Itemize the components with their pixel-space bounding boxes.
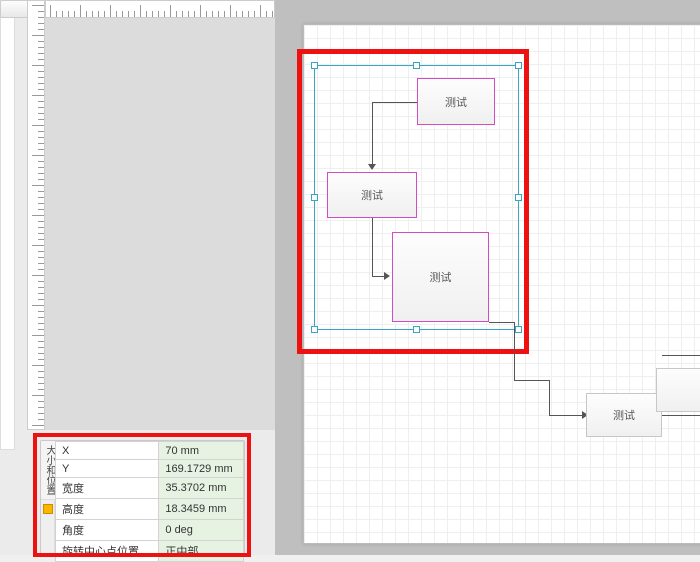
prop-value[interactable]: 35.3702 mm	[159, 478, 244, 499]
selection-handle[interactable]	[413, 326, 420, 333]
selection-handle[interactable]	[515, 326, 522, 333]
ruler-horizontal[interactable]	[45, 0, 275, 18]
left-panel: 大小和位置 X 70 mm Y 169.1729 mm 宽度 35.3702 m…	[0, 0, 275, 555]
flowchart-node[interactable]: 测试	[327, 172, 417, 218]
prop-row: 角度 0 deg	[56, 520, 244, 541]
prop-row: Y 169.1729 mm	[56, 460, 244, 478]
node-label: 测试	[361, 187, 383, 203]
flowchart-node[interactable]: 测试	[392, 232, 489, 322]
connector[interactable]	[549, 415, 584, 416]
properties-table: X 70 mm Y 169.1729 mm 宽度 35.3702 mm 高度 1…	[55, 441, 244, 562]
prop-key: 旋转中心点位置	[56, 541, 159, 562]
selection-handle[interactable]	[515, 62, 522, 69]
connector[interactable]	[372, 102, 373, 166]
prop-key: X	[56, 442, 159, 460]
ruler-vertical[interactable]	[27, 0, 45, 430]
prop-value[interactable]: 0 deg	[159, 520, 244, 541]
canvas-area[interactable]: 测试 测试 测试 测试	[275, 0, 700, 555]
flowchart-node[interactable]: 测试	[417, 78, 495, 125]
connector[interactable]	[372, 102, 417, 103]
prop-value[interactable]: 169.1729 mm	[159, 460, 244, 478]
selection-handle[interactable]	[515, 194, 522, 201]
properties-side-tabs: 大小和位置	[41, 441, 55, 554]
selection-handle[interactable]	[413, 62, 420, 69]
flowchart-node-partial[interactable]	[656, 368, 700, 412]
connector[interactable]	[662, 415, 700, 416]
prop-row: 旋转中心点位置 正中部	[56, 541, 244, 562]
connector[interactable]	[662, 355, 700, 356]
selection-handle[interactable]	[311, 194, 318, 201]
selection-handle[interactable]	[311, 326, 318, 333]
prop-key: Y	[56, 460, 159, 478]
prop-key: 宽度	[56, 478, 159, 499]
connector[interactable]	[514, 322, 515, 380]
connector[interactable]	[514, 380, 549, 381]
document-gutter	[45, 18, 275, 430]
prop-value[interactable]: 正中部	[159, 541, 244, 562]
prop-value[interactable]: 70 mm	[159, 442, 244, 460]
prop-row: 宽度 35.3702 mm	[56, 478, 244, 499]
toolbox-sliver	[0, 0, 15, 450]
properties-panel: 大小和位置 X 70 mm Y 169.1729 mm 宽度 35.3702 m…	[40, 440, 245, 555]
prop-key: 角度	[56, 520, 159, 541]
node-label: 测试	[430, 269, 452, 285]
flowchart-node[interactable]: 测试	[586, 393, 662, 437]
connector[interactable]	[372, 218, 373, 276]
connector[interactable]	[549, 380, 550, 415]
arrowhead-icon	[368, 164, 376, 170]
node-label: 测试	[445, 94, 467, 110]
prop-row: X 70 mm	[56, 442, 244, 460]
arrowhead-icon	[384, 272, 390, 280]
selection-handle[interactable]	[311, 62, 318, 69]
tab-marker-icon[interactable]	[43, 504, 53, 514]
connector[interactable]	[489, 322, 515, 323]
drawing-page[interactable]: 测试 测试 测试 测试	[303, 24, 700, 544]
node-label: 测试	[613, 407, 635, 423]
prop-key: 高度	[56, 499, 159, 520]
prop-row: 高度 18.3459 mm	[56, 499, 244, 520]
prop-value[interactable]: 18.3459 mm	[159, 499, 244, 520]
